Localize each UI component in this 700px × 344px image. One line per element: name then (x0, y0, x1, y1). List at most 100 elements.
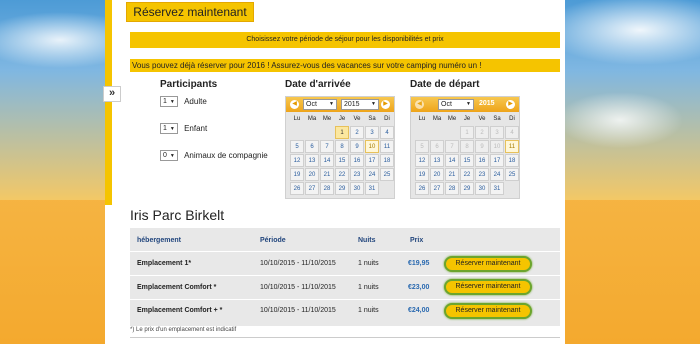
day-cell: 10 (490, 140, 504, 153)
day-cell[interactable]: 26 (290, 182, 304, 195)
participants-title: Participants (160, 79, 218, 90)
row-nights: 1 nuits (358, 284, 379, 291)
adults-select[interactable]: 1 ▼ (160, 96, 178, 107)
day-cell[interactable]: 5 (290, 140, 304, 153)
day-cell[interactable]: 18 (505, 154, 519, 167)
divider (130, 337, 560, 338)
day-cell[interactable]: 16 (475, 154, 489, 167)
day-cell[interactable]: 12 (415, 154, 429, 167)
pets-label: Animaux de compagnie (184, 151, 268, 160)
day-cell[interactable]: 8 (335, 140, 349, 153)
children-row: 1 ▼ Enfant (160, 123, 207, 134)
day-cell[interactable]: 25 (505, 168, 519, 181)
day-cell[interactable]: 14 (320, 154, 334, 167)
book-comfort-plus-button[interactable]: Réserver maintenant (444, 303, 532, 319)
chevron-down-icon: ▼ (169, 126, 175, 132)
arrival-month-select[interactable]: Oct ▼ (303, 99, 337, 110)
day-cell[interactable]: 29 (460, 182, 474, 195)
prev-month-icon[interactable]: ◀ (415, 100, 424, 109)
day-cell[interactable]: 1 (335, 126, 349, 139)
weekday-header: Ma (307, 116, 317, 122)
day-cell[interactable]: 13 (430, 154, 444, 167)
day-cell[interactable]: 19 (290, 168, 304, 181)
weekday-header: Ve (478, 116, 486, 122)
empty-day-cell (505, 182, 519, 195)
day-cell[interactable]: 15 (335, 154, 349, 167)
day-cell[interactable]: 11 (505, 140, 519, 153)
day-cell: 1 (460, 126, 474, 139)
empty-day-cell (445, 126, 459, 139)
weekday-header: Me (322, 116, 332, 122)
day-cell[interactable]: 23 (350, 168, 364, 181)
weekday-header: Sa (493, 116, 501, 122)
row-period: 10/10/2015 - 11/10/2015 (260, 260, 336, 267)
row-divider (130, 251, 560, 252)
row-nights: 1 nuits (358, 260, 379, 267)
departure-calendar: ◀ Oct ▼ 2015 ▶ Lu Ma Me Je Ve Sa Di 1 2 3 4 5 6 7 8 9 10 1… (410, 96, 520, 199)
arrival-year-select[interactable]: 2015 ▼ (341, 99, 379, 110)
day-cell[interactable]: 17 (365, 154, 379, 167)
day-cell[interactable]: 9 (350, 140, 364, 153)
header-accommodation: hébergement (137, 237, 181, 244)
next-month-icon[interactable]: ▶ (381, 100, 390, 109)
day-cell[interactable]: 18 (380, 154, 394, 167)
tab-reserve-now[interactable]: Réservez maintenant (126, 2, 254, 22)
day-cell[interactable]: 21 (320, 168, 334, 181)
day-cell[interactable]: 23 (475, 168, 489, 181)
chevron-down-icon: ▼ (169, 99, 175, 105)
day-cell[interactable]: 11 (380, 140, 394, 153)
day-cell: 3 (490, 126, 504, 139)
day-cell[interactable]: 27 (305, 182, 319, 195)
day-cell[interactable]: 26 (415, 182, 429, 195)
day-cell[interactable]: 13 (305, 154, 319, 167)
day-cell[interactable]: 15 (460, 154, 474, 167)
row-divider (130, 275, 560, 276)
book-emplacement-button[interactable]: Réserver maintenant (444, 256, 532, 272)
day-cell[interactable]: 4 (380, 126, 394, 139)
row-price: €24,00 (408, 307, 430, 314)
next-month-icon[interactable]: ▶ (506, 100, 515, 109)
day-cell[interactable]: 29 (335, 182, 349, 195)
day-cell[interactable]: 19 (415, 168, 429, 181)
day-cell[interactable]: 31 (490, 182, 504, 195)
day-cell[interactable]: 14 (445, 154, 459, 167)
pets-select[interactable]: 0 ▼ (160, 150, 178, 161)
day-cell[interactable]: 27 (430, 182, 444, 195)
day-cell[interactable]: 30 (475, 182, 489, 195)
day-cell[interactable]: 28 (445, 182, 459, 195)
day-cell[interactable]: 17 (490, 154, 504, 167)
row-price: €23,00 (408, 284, 430, 291)
children-label: Enfant (184, 124, 208, 133)
day-cell[interactable]: 24 (365, 168, 379, 181)
day-cell[interactable]: 20 (430, 168, 444, 181)
day-cell[interactable]: 16 (350, 154, 364, 167)
day-cell[interactable]: 30 (350, 182, 364, 195)
day-cell[interactable]: 22 (335, 168, 349, 181)
day-cell[interactable]: 10 (365, 140, 379, 153)
day-cell[interactable]: 3 (365, 126, 379, 139)
day-cell[interactable]: 20 (305, 168, 319, 181)
day-cell[interactable]: 6 (305, 140, 319, 153)
day-cell[interactable]: 25 (380, 168, 394, 181)
departure-month-select[interactable]: Oct ▼ (438, 99, 474, 110)
price-footnote: *) Le prix d'un emplacement est indicati… (130, 327, 237, 333)
day-cell[interactable]: 22 (460, 168, 474, 181)
row-nights: 1 nuits (358, 307, 379, 314)
day-cell[interactable]: 7 (320, 140, 334, 153)
day-cell[interactable]: 28 (320, 182, 334, 195)
adults-value: 1 (163, 98, 167, 105)
day-cell[interactable]: 31 (365, 182, 379, 195)
day-cell[interactable]: 24 (490, 168, 504, 181)
children-select[interactable]: 1 ▼ (160, 123, 178, 134)
book-comfort-button[interactable]: Réserver maintenant (444, 279, 532, 295)
day-cell[interactable]: 12 (290, 154, 304, 167)
day-cell[interactable]: 2 (350, 126, 364, 139)
arrival-title: Date d'arrivée (285, 79, 351, 90)
expand-panel-icon[interactable]: » (103, 86, 121, 102)
day-cell[interactable]: 21 (445, 168, 459, 181)
day-cell: 4 (505, 126, 519, 139)
empty-day-cell (290, 126, 304, 139)
pets-row: 0 ▼ Animaux de compagnie (160, 150, 268, 161)
prev-month-icon[interactable]: ◀ (290, 100, 299, 109)
weekday-header: Ve (353, 116, 361, 122)
